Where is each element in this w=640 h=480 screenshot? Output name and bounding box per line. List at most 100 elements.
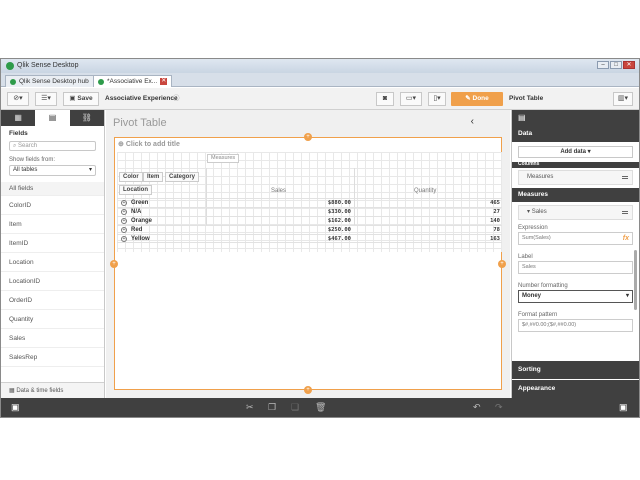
dim-chip-item[interactable]: Item	[143, 172, 164, 182]
sales-measure-item[interactable]: ▾ Sales	[518, 205, 633, 220]
fields-tab-icon[interactable]: ▤	[35, 110, 70, 126]
expand-icon[interactable]: +	[121, 227, 127, 233]
copy-icon[interactable]: ❐	[268, 402, 276, 413]
master-items-tab-icon[interactable]: ⛓	[70, 110, 104, 126]
close-tab-icon[interactable]: ✕	[160, 78, 168, 85]
expression-label: Expression	[518, 225, 548, 231]
field-item[interactable]: Quantity	[1, 310, 104, 329]
table-row: + N/A $330.00 27	[117, 207, 502, 216]
title-bar: Qlik Sense Desktop – □ ✕	[1, 59, 639, 73]
search-icon: ⌕	[13, 143, 17, 149]
measures-column-item[interactable]: Measures	[518, 170, 633, 185]
close-window-button[interactable]: ✕	[623, 61, 635, 69]
app-name: Associative Experience	[105, 95, 178, 102]
field-item[interactable]: ItemID	[1, 234, 104, 253]
resize-handle-right[interactable]: +	[498, 260, 506, 268]
hub-icon	[10, 78, 16, 85]
field-search-input[interactable]: ⌕ Search	[9, 141, 96, 151]
measures-chip[interactable]: Measures	[207, 154, 240, 163]
properties-panel: ▤ Data Add data ▾ Columns Measures Measu…	[511, 110, 639, 398]
column-header-sales[interactable]: Sales	[271, 188, 286, 194]
maximize-button[interactable]: □	[610, 61, 622, 69]
field-item[interactable]: LocationID	[1, 272, 104, 291]
sheet-title: Pivot Table	[113, 117, 167, 129]
toggle-left-panel-icon[interactable]: ▣	[11, 402, 20, 413]
resize-handle-top[interactable]: +	[304, 133, 312, 141]
fx-icon[interactable]: fx	[623, 233, 629, 244]
snapshot-button[interactable]: ◙	[376, 92, 394, 106]
dim-chip-category[interactable]: Category	[165, 172, 200, 182]
table-row: + Yellow $467.00 163	[117, 234, 502, 243]
all-fields-header: All fields	[1, 182, 104, 196]
assets-panel: ▦ ▤ ⛓ Fields ⌕ Search Show fields from: …	[1, 110, 105, 398]
minimize-button[interactable]: –	[597, 61, 609, 69]
tab-bar: Qlik Sense Desktop hub *Associative Ex..…	[1, 73, 639, 87]
window-controls: – □ ✕	[597, 61, 635, 69]
app-window: Qlik Sense Desktop – □ ✕ Qlik Sense Desk…	[0, 58, 640, 418]
charts-tab-icon[interactable]: ▦	[1, 110, 35, 126]
navigation-menu-button[interactable]: ⊘▾	[7, 92, 29, 106]
story-button[interactable]: ▭▾	[400, 92, 422, 106]
appearance-section[interactable]: Appearance	[512, 380, 639, 398]
calendar-icon: ▦	[9, 388, 15, 394]
app-tab-icon	[98, 78, 104, 85]
viz-switch-button[interactable]: ▥▾	[613, 92, 633, 106]
label-input[interactable]: Sales	[518, 261, 633, 274]
chevron-left-icon[interactable]: ‹	[471, 116, 474, 127]
delete-icon[interactable]: 🗑	[315, 402, 326, 413]
tables-select[interactable]: All tables	[9, 165, 96, 176]
properties-icon[interactable]: ▤	[518, 113, 526, 122]
bottom-bar: ▣ ✂ ❐ ❏ 🗑 ↶ ↷ ▣	[1, 398, 639, 417]
expand-icon[interactable]: +	[121, 236, 127, 242]
pivot-table-object[interactable]: + + + + ⊕ Click to add title Measures Co…	[110, 133, 506, 394]
toggle-right-panel-icon[interactable]: ▣	[619, 402, 628, 413]
column-header-quantity[interactable]: Quantity	[414, 188, 436, 194]
format-pattern-input[interactable]: $#,##0.00;($#,##0.00)	[518, 319, 633, 332]
viz-name: Pivot Table	[509, 95, 544, 102]
dim-chip-location[interactable]: Location	[119, 185, 152, 195]
date-time-fields[interactable]: ▦ Data & time fields	[1, 382, 104, 398]
done-button[interactable]: ✎ Done	[451, 92, 503, 106]
field-item[interactable]: ColorID	[1, 196, 104, 215]
resize-handle-bottom[interactable]: +	[304, 386, 312, 394]
properties-top-bar: ▤	[512, 110, 639, 126]
sorting-section[interactable]: Sorting	[512, 361, 639, 379]
expression-input[interactable]: Sum(Sales) fx	[518, 232, 633, 245]
redo-icon[interactable]: ↷	[495, 402, 503, 413]
expand-icon[interactable]: +	[121, 209, 127, 215]
window-title: Qlik Sense Desktop	[17, 62, 79, 69]
properties-scrollbar[interactable]	[634, 250, 637, 310]
expand-icon[interactable]: +	[121, 200, 127, 206]
field-item[interactable]: Sales	[1, 329, 104, 348]
drag-handle-icon[interactable]	[622, 211, 628, 214]
tab-app[interactable]: *Associative Ex... ✕	[93, 75, 173, 87]
columns-section: Columns	[512, 162, 639, 168]
save-button[interactable]: ▣ Save	[63, 92, 99, 106]
table-row: + Red $250.00 78	[117, 225, 502, 234]
device-button[interactable]: ▯▾	[428, 92, 446, 106]
object-title[interactable]: ⊕ Click to add title	[118, 140, 180, 148]
qlik-app-icon	[6, 62, 14, 70]
resize-handle-left[interactable]: +	[110, 260, 118, 268]
undo-icon[interactable]: ↶	[473, 402, 481, 413]
cut-icon[interactable]: ✂	[246, 402, 254, 413]
field-item[interactable]: OrderID	[1, 291, 104, 310]
field-item[interactable]: Location	[1, 253, 104, 272]
assets-tabs: ▦ ▤ ⛓	[1, 110, 104, 126]
list-menu-button[interactable]: ☰▾	[35, 92, 57, 106]
table-row: + Orange $162.00 140	[117, 216, 502, 225]
tab-hub[interactable]: Qlik Sense Desktop hub	[5, 75, 94, 87]
dim-chip-color[interactable]: Color	[119, 172, 143, 182]
sheet-canvas: Pivot Table ‹ + + + + ⊕ Click to add tit…	[106, 110, 510, 398]
paste-icon[interactable]: ❏	[291, 402, 299, 413]
field-item[interactable]: SalesRep	[1, 348, 104, 367]
number-formatting-select[interactable]: Money	[518, 290, 633, 303]
chevron-down-icon[interactable]: ▾	[527, 209, 530, 215]
field-item[interactable]: Item	[1, 215, 104, 234]
info-icon[interactable]: ⓘ	[173, 92, 180, 106]
add-data-button[interactable]: Add data ▾	[518, 146, 633, 158]
drag-handle-icon[interactable]	[622, 176, 628, 179]
measures-section-header[interactable]: Measures	[512, 188, 639, 202]
expand-icon[interactable]: +	[121, 218, 127, 224]
data-section-header[interactable]: Data	[512, 126, 639, 142]
